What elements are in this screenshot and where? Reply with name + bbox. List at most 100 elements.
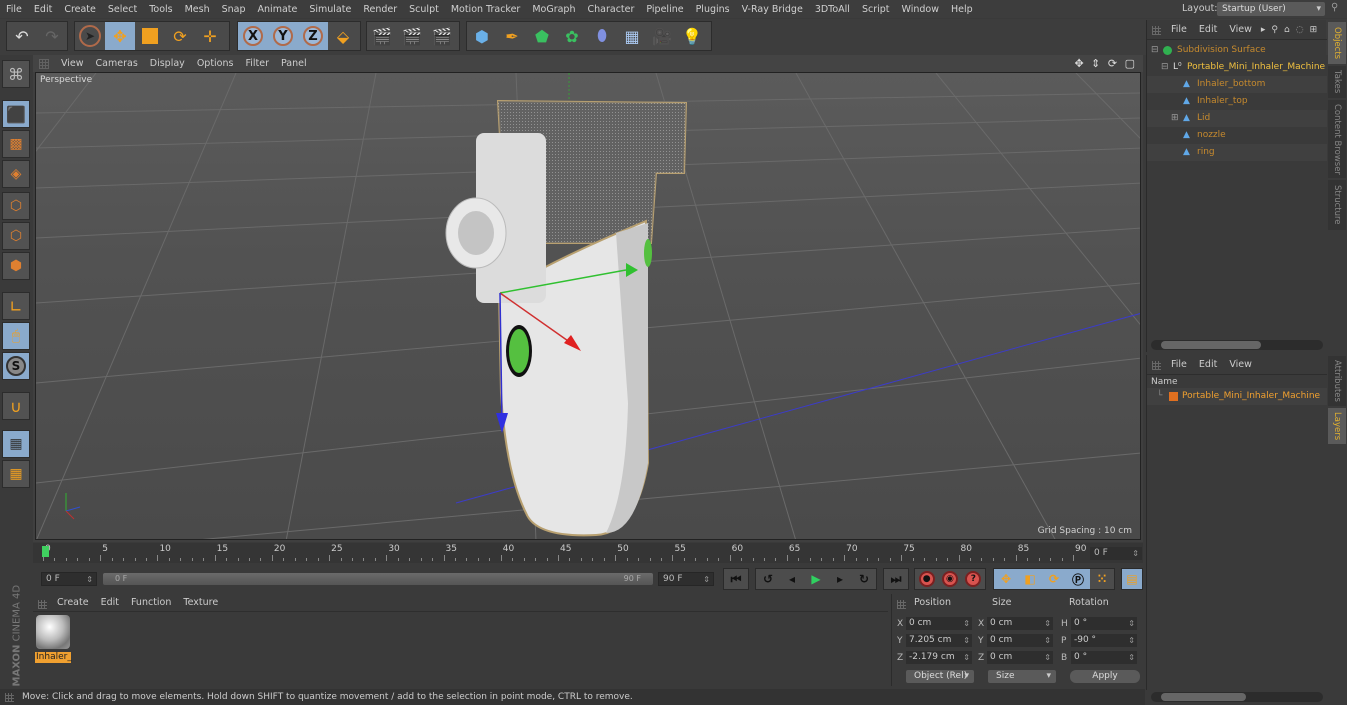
obj-menu-view[interactable]: View bbox=[1223, 24, 1258, 35]
texture-mode-icon[interactable]: ▩ bbox=[2, 130, 30, 158]
menu-tools[interactable]: Tools bbox=[143, 4, 178, 15]
vp-menu-display[interactable]: Display bbox=[144, 58, 191, 69]
frame-range-slider[interactable]: 0 F 90 F bbox=[103, 573, 653, 585]
mat-menu-function[interactable]: Function bbox=[125, 597, 177, 608]
mat-menu-texture[interactable]: Texture bbox=[177, 597, 224, 608]
key-parameter-icon[interactable]: Ⓟ bbox=[1066, 569, 1090, 589]
key-scale-icon[interactable]: ◧ bbox=[1018, 569, 1042, 589]
menu-pipeline[interactable]: Pipeline bbox=[640, 4, 689, 15]
menu-sculpt[interactable]: Sculpt bbox=[403, 4, 445, 15]
position-z-field[interactable]: -2.179 cm bbox=[906, 651, 972, 664]
end-frame-field[interactable]: 90 F bbox=[658, 572, 714, 586]
size-mode-dropdown[interactable]: Size bbox=[988, 670, 1056, 683]
menu-character[interactable]: Character bbox=[581, 4, 640, 15]
obj-menu-file[interactable]: File bbox=[1165, 24, 1193, 35]
make-editable-icon[interactable]: ⌘ bbox=[2, 60, 30, 88]
3d-scene[interactable]: Perspective Grid Spacing : 10 cm bbox=[35, 72, 1141, 540]
y-axis-lock-icon[interactable]: Y bbox=[268, 22, 298, 50]
edges-mode-icon[interactable]: ⬡ bbox=[2, 222, 30, 250]
tree-item-subdivision-surface[interactable]: ⊟ Subdivision Surface bbox=[1147, 42, 1327, 59]
menu-animate[interactable]: Animate bbox=[252, 4, 304, 15]
points-mode-icon[interactable]: ⬡ bbox=[2, 192, 30, 220]
next-key-icon[interactable]: ↻ bbox=[852, 569, 876, 589]
start-frame-field[interactable]: 0 F bbox=[41, 572, 97, 586]
scrollbar-thumb[interactable] bbox=[1161, 693, 1246, 701]
tab-content-browser[interactable]: Content Browser bbox=[1328, 100, 1346, 178]
tab-structure[interactable]: Structure bbox=[1328, 180, 1346, 230]
coordinate-system-icon[interactable]: ⬙ bbox=[328, 22, 358, 50]
tree-item-lid[interactable]: ⊞ ▲ Lid bbox=[1147, 110, 1327, 127]
layout-dropdown[interactable]: Startup (User) bbox=[1217, 2, 1325, 16]
position-x-field[interactable]: 0 cm bbox=[906, 617, 972, 630]
material-name[interactable]: Inhaler_ bbox=[35, 652, 72, 663]
layer-item[interactable]: └ Portable_Mini_Inhaler_Machine bbox=[1147, 388, 1327, 405]
magnet-icon[interactable]: ∪ bbox=[2, 392, 30, 420]
undo-icon[interactable]: ↶ bbox=[7, 22, 37, 50]
tree-item-inhaler-bottom[interactable]: ▲ Inhaler_bottom bbox=[1147, 76, 1327, 93]
frame-ruler[interactable]: 051015202530354045505560657075808590 bbox=[42, 543, 1088, 563]
coordinate-mode-dropdown[interactable]: Object (Rel) bbox=[906, 670, 974, 683]
z-axis-lock-icon[interactable]: Z bbox=[298, 22, 328, 50]
new-window-icon[interactable]: ⊞ bbox=[1307, 25, 1321, 35]
mat-menu-create[interactable]: Create bbox=[51, 597, 95, 608]
tree-item-inhaler-top[interactable]: ▲ Inhaler_top bbox=[1147, 93, 1327, 110]
size-z-field[interactable]: 0 cm bbox=[987, 651, 1053, 664]
key-pla-icon[interactable]: ⁙ bbox=[1090, 569, 1114, 589]
next-frame-icon[interactable]: ▸ bbox=[828, 569, 852, 589]
go-to-end-icon[interactable]: ⏭ bbox=[884, 569, 908, 589]
menu-mesh[interactable]: Mesh bbox=[179, 4, 216, 15]
menu-window[interactable]: Window bbox=[896, 4, 945, 15]
model-mode-icon[interactable]: ⬛ bbox=[2, 100, 30, 128]
layer-color-swatch[interactable] bbox=[1169, 392, 1178, 401]
layer-menu-file[interactable]: File bbox=[1165, 359, 1193, 370]
record-keys-icon[interactable]: ● bbox=[915, 569, 938, 589]
pen-spline-icon[interactable]: ✒ bbox=[497, 22, 527, 50]
camera-icon[interactable]: 🎥 bbox=[647, 22, 677, 50]
tree-item-portable-mini-inhaler-machine[interactable]: ⊟ L⁰ Portable_Mini_Inhaler_Machine bbox=[1147, 59, 1327, 76]
obj-menu-edit[interactable]: Edit bbox=[1193, 24, 1223, 35]
menu-select[interactable]: Select bbox=[102, 4, 143, 15]
current-frame-field[interactable]: 0 F bbox=[1090, 547, 1142, 560]
menu-mograph[interactable]: MoGraph bbox=[526, 4, 581, 15]
mat-menu-edit[interactable]: Edit bbox=[95, 597, 125, 608]
viewport-navigation-icons[interactable]: ✥ ⇕ ⟳ ▢ bbox=[1074, 57, 1137, 70]
tree-item-nozzle[interactable]: ▲ nozzle bbox=[1147, 127, 1327, 144]
tab-layers[interactable]: Layers bbox=[1328, 408, 1346, 444]
x-axis-lock-icon[interactable]: X bbox=[238, 22, 268, 50]
layer-menu-edit[interactable]: Edit bbox=[1193, 359, 1223, 370]
timeline-window-icon[interactable]: ▤ bbox=[1122, 569, 1142, 589]
material-thumbnail[interactable] bbox=[36, 615, 70, 649]
snap-icon[interactable]: S bbox=[2, 352, 30, 380]
transform-tool-icon[interactable]: ✛ bbox=[195, 22, 225, 50]
layer-menu-view[interactable]: View bbox=[1223, 359, 1258, 370]
menu-file[interactable]: File bbox=[0, 4, 28, 15]
light-icon[interactable]: 💡 bbox=[677, 22, 707, 50]
vp-menu-panel[interactable]: Panel bbox=[275, 58, 313, 69]
size-x-field[interactable]: 0 cm bbox=[987, 617, 1053, 630]
menu-render[interactable]: Render bbox=[357, 4, 403, 15]
size-y-field[interactable]: 0 cm bbox=[987, 634, 1053, 647]
vp-menu-options[interactable]: Options bbox=[191, 58, 240, 69]
menu-3dtoall[interactable]: 3DToAll bbox=[809, 4, 856, 15]
objects-horizontal-scrollbar[interactable] bbox=[1151, 340, 1323, 350]
rotation-h-field[interactable]: 0 ° bbox=[1071, 617, 1137, 630]
deformer-icon[interactable]: ⬮ bbox=[587, 22, 617, 50]
search-icon[interactable]: ⚲ bbox=[1331, 2, 1338, 13]
play-icon[interactable]: ▶ bbox=[804, 569, 828, 589]
rotation-b-field[interactable]: 0 ° bbox=[1071, 651, 1137, 664]
home-icon[interactable]: ⌂ bbox=[1281, 25, 1293, 35]
lock-workplane-icon[interactable]: ▦ bbox=[2, 430, 30, 458]
axis-mode-icon[interactable]: ∟ bbox=[2, 292, 30, 320]
vp-menu-filter[interactable]: Filter bbox=[239, 58, 275, 69]
timeline-ruler[interactable]: 051015202530354045505560657075808590 0 F bbox=[33, 543, 1143, 563]
menu-plugins[interactable]: Plugins bbox=[690, 4, 736, 15]
position-y-field[interactable]: 7.205 cm bbox=[906, 634, 972, 647]
polygons-mode-icon[interactable]: ⬢ bbox=[2, 252, 30, 280]
rotation-p-field[interactable]: -90 ° bbox=[1071, 634, 1137, 647]
move-tool-icon[interactable]: ✥ bbox=[105, 22, 135, 50]
apply-button[interactable]: Apply bbox=[1070, 670, 1140, 683]
menu-create[interactable]: Create bbox=[58, 4, 102, 15]
menu-edit[interactable]: Edit bbox=[28, 4, 58, 15]
tab-takes[interactable]: Takes bbox=[1328, 66, 1346, 98]
menu-simulate[interactable]: Simulate bbox=[303, 4, 357, 15]
